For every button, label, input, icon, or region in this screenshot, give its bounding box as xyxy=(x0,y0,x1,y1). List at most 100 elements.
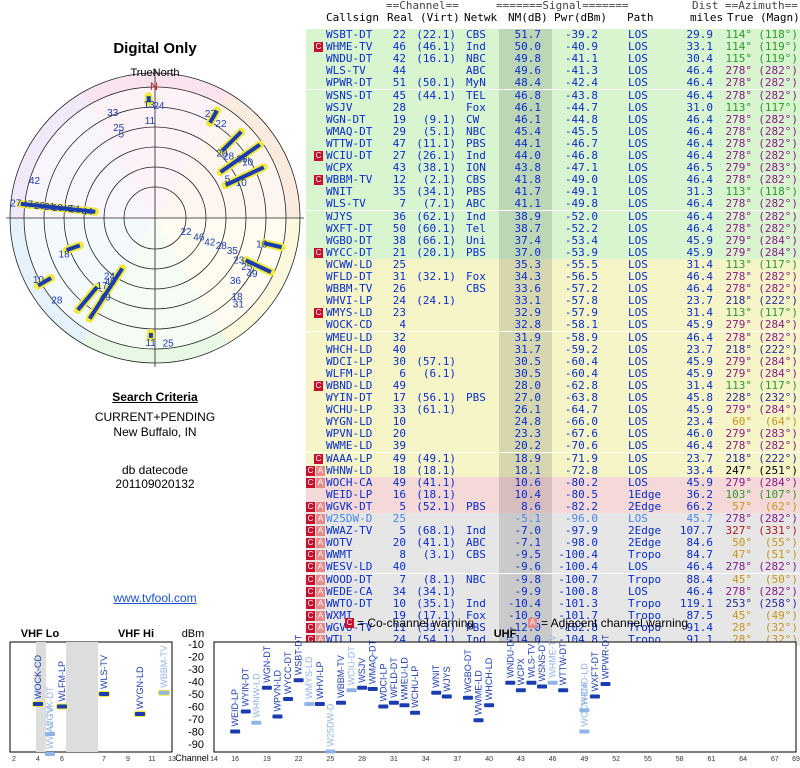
cell-power-dbm: -43.8 xyxy=(564,88,598,102)
adjacent-flag: A xyxy=(316,514,325,524)
cell-real-channel: 32 xyxy=(392,330,406,344)
channel-label: 28 xyxy=(216,241,228,252)
uhf-channel-tick: 69 xyxy=(792,756,800,763)
cell-azimuth-true: 247° xyxy=(725,463,753,477)
cell-noise-margin: 37.4 xyxy=(514,233,542,247)
col-virt: (Virt) xyxy=(420,11,460,24)
channel-chart: VHF Lo VHF Hi UHFdBm-10-20-30-40-50-60-70-… xyxy=(9,628,800,763)
channel-label: 22 xyxy=(180,227,192,238)
cell-virtual-channel: (50.1) xyxy=(416,76,456,90)
co-channel-flag: C xyxy=(314,308,323,319)
uhf-channel-tick: 14 xyxy=(210,756,218,763)
cell-real-channel: 36 xyxy=(392,209,406,223)
co-channel-flag: C xyxy=(306,501,315,512)
cell-noise-margin: 18.1 xyxy=(514,463,542,477)
cell-azimuth-true: 278° xyxy=(725,88,753,102)
cell-noise-margin: 31.7 xyxy=(514,342,542,356)
cell-callsign: WWME-LD xyxy=(326,439,373,453)
cell-power-dbm: -52.0 xyxy=(564,209,598,223)
cell-azimuth-magnetic: (282°) xyxy=(758,439,798,453)
station-label: WYCC-DT xyxy=(283,651,293,694)
uhf-channel-tick: 40 xyxy=(485,756,493,763)
uhf-channel-tick: 52 xyxy=(612,756,620,763)
co-channel-flag: C xyxy=(314,42,323,53)
co-channel-flag: C xyxy=(314,175,323,186)
table-row: C A WHNW-LD 18 (18.1) 18.1 -72.8 LOS 33.4 247° (25… xyxy=(306,463,800,477)
station-marker xyxy=(159,690,169,695)
station-marker xyxy=(431,690,442,695)
station-label: WWME-LD xyxy=(474,670,484,715)
cell-distance-miles: 46.4 xyxy=(686,197,714,211)
group-header-row: ==Channel== =======Signal======= Dist ==… xyxy=(306,0,800,12)
cell-distance-miles: 46.4 xyxy=(686,112,714,126)
cell-azimuth-true: 113° xyxy=(725,100,753,114)
co-channel-flag: C xyxy=(314,247,323,258)
cell-callsign: WHCH-LD xyxy=(326,342,373,356)
station-marker xyxy=(537,684,548,689)
vhf-channel-tick: 11 xyxy=(148,756,155,763)
cell-virtual-channel: (35.1) xyxy=(416,596,456,610)
uhf-channel-tick: 46 xyxy=(549,756,557,763)
cell-virtual-channel: (60.1) xyxy=(416,221,456,235)
uhf-channel-tick: 67 xyxy=(771,756,779,763)
table-row: WHCH-LD 40 31.7 -59.2 LOS 23.7 218° (222°) xyxy=(306,342,800,356)
cell-azimuth-true: 253° xyxy=(725,596,753,610)
cell-real-channel: 28 xyxy=(392,100,406,114)
col-path: Path xyxy=(627,11,654,24)
cell-callsign: WLS-TV xyxy=(326,197,366,211)
station-marker xyxy=(515,688,526,693)
uhf-channel-tick: 61 xyxy=(707,756,715,763)
cell-azimuth-magnetic: (282°) xyxy=(758,88,798,102)
channel-label: 42 xyxy=(29,176,41,187)
table-row: WGN-DT 19 (9.1) CW 46.1 -44.8 LOS 46.4 278° (282°… xyxy=(306,112,800,126)
cell-callsign: WJYS xyxy=(326,209,353,223)
table-row: C A WESV-LD 40 -9.6 -100.4 LOS 46.4 278° (282°) xyxy=(306,561,800,574)
station-label: WNIT xyxy=(431,664,441,687)
station-marker xyxy=(473,718,484,723)
station-marker xyxy=(99,692,109,696)
vhf-gap xyxy=(66,642,98,752)
cell-callsign: WOCK-CD xyxy=(326,318,373,332)
col-pwr: Pwr(dBm) xyxy=(554,11,607,24)
cell-virtual-channel: (57.1) xyxy=(416,354,456,368)
cell-distance-miles: 46.4 xyxy=(686,76,714,90)
adjacent-flag: A xyxy=(316,538,325,549)
table-row: C A WEDE-CA 34 (34.1) -9.9 -100.8 LOS 46.4 278° (2… xyxy=(306,584,800,598)
channel-label: 11 xyxy=(145,116,156,127)
station-label: WCHU-LP xyxy=(410,666,420,708)
station-marker xyxy=(240,709,251,714)
station-marker xyxy=(346,688,357,693)
station-label: WBBM-TV xyxy=(336,655,346,698)
station-label: WYGN-LD xyxy=(135,666,145,709)
station-label: WNDU-DT xyxy=(505,634,515,677)
dbm-tick: -30 xyxy=(188,664,204,676)
station-marker xyxy=(547,680,558,685)
cell-path: LOS xyxy=(628,451,648,465)
cell-power-dbm: -44.8 xyxy=(564,112,598,126)
dbm-tick: -60 xyxy=(188,702,204,714)
cell-path: LOS xyxy=(628,584,648,598)
cell-path: LOS xyxy=(628,475,648,489)
cell-virtual-channel: (49.1) xyxy=(416,451,456,465)
cell-azimuth-true: 279° xyxy=(725,318,753,332)
station-label: WYIN-DT xyxy=(241,668,251,707)
cell-real-channel: 39 xyxy=(392,439,406,453)
station-label: WTTW-DT xyxy=(558,642,568,685)
cell-distance-miles: 88.4 xyxy=(686,572,714,586)
cell-callsign: WPWR-DT xyxy=(326,76,373,90)
cell-noise-margin: 46.1 xyxy=(514,112,542,126)
cell-callsign: WOCH-CA xyxy=(326,475,373,489)
cell-azimuth-magnetic: (284°) xyxy=(758,318,798,332)
station-marker xyxy=(251,720,262,725)
station-label: WWAZ-TV xyxy=(45,706,55,749)
site-link[interactable]: www.tvfool.com xyxy=(0,591,310,605)
dbm-tick: -10 xyxy=(188,639,204,651)
channel-label: 27 xyxy=(10,198,22,209)
station-label: WBBM-TV xyxy=(159,645,169,688)
cell-azimuth-magnetic: (282°) xyxy=(758,221,798,235)
co-channel-flag: C xyxy=(306,477,315,488)
station-marker xyxy=(441,694,452,699)
cell-virtual-channel: (66.1) xyxy=(416,233,456,247)
cell-power-dbm: -53.4 xyxy=(564,233,598,247)
table-row: WCHU-LP 33 (61.1) 26.1 -64.7 LOS 45.9 279° (284°… xyxy=(306,403,800,417)
